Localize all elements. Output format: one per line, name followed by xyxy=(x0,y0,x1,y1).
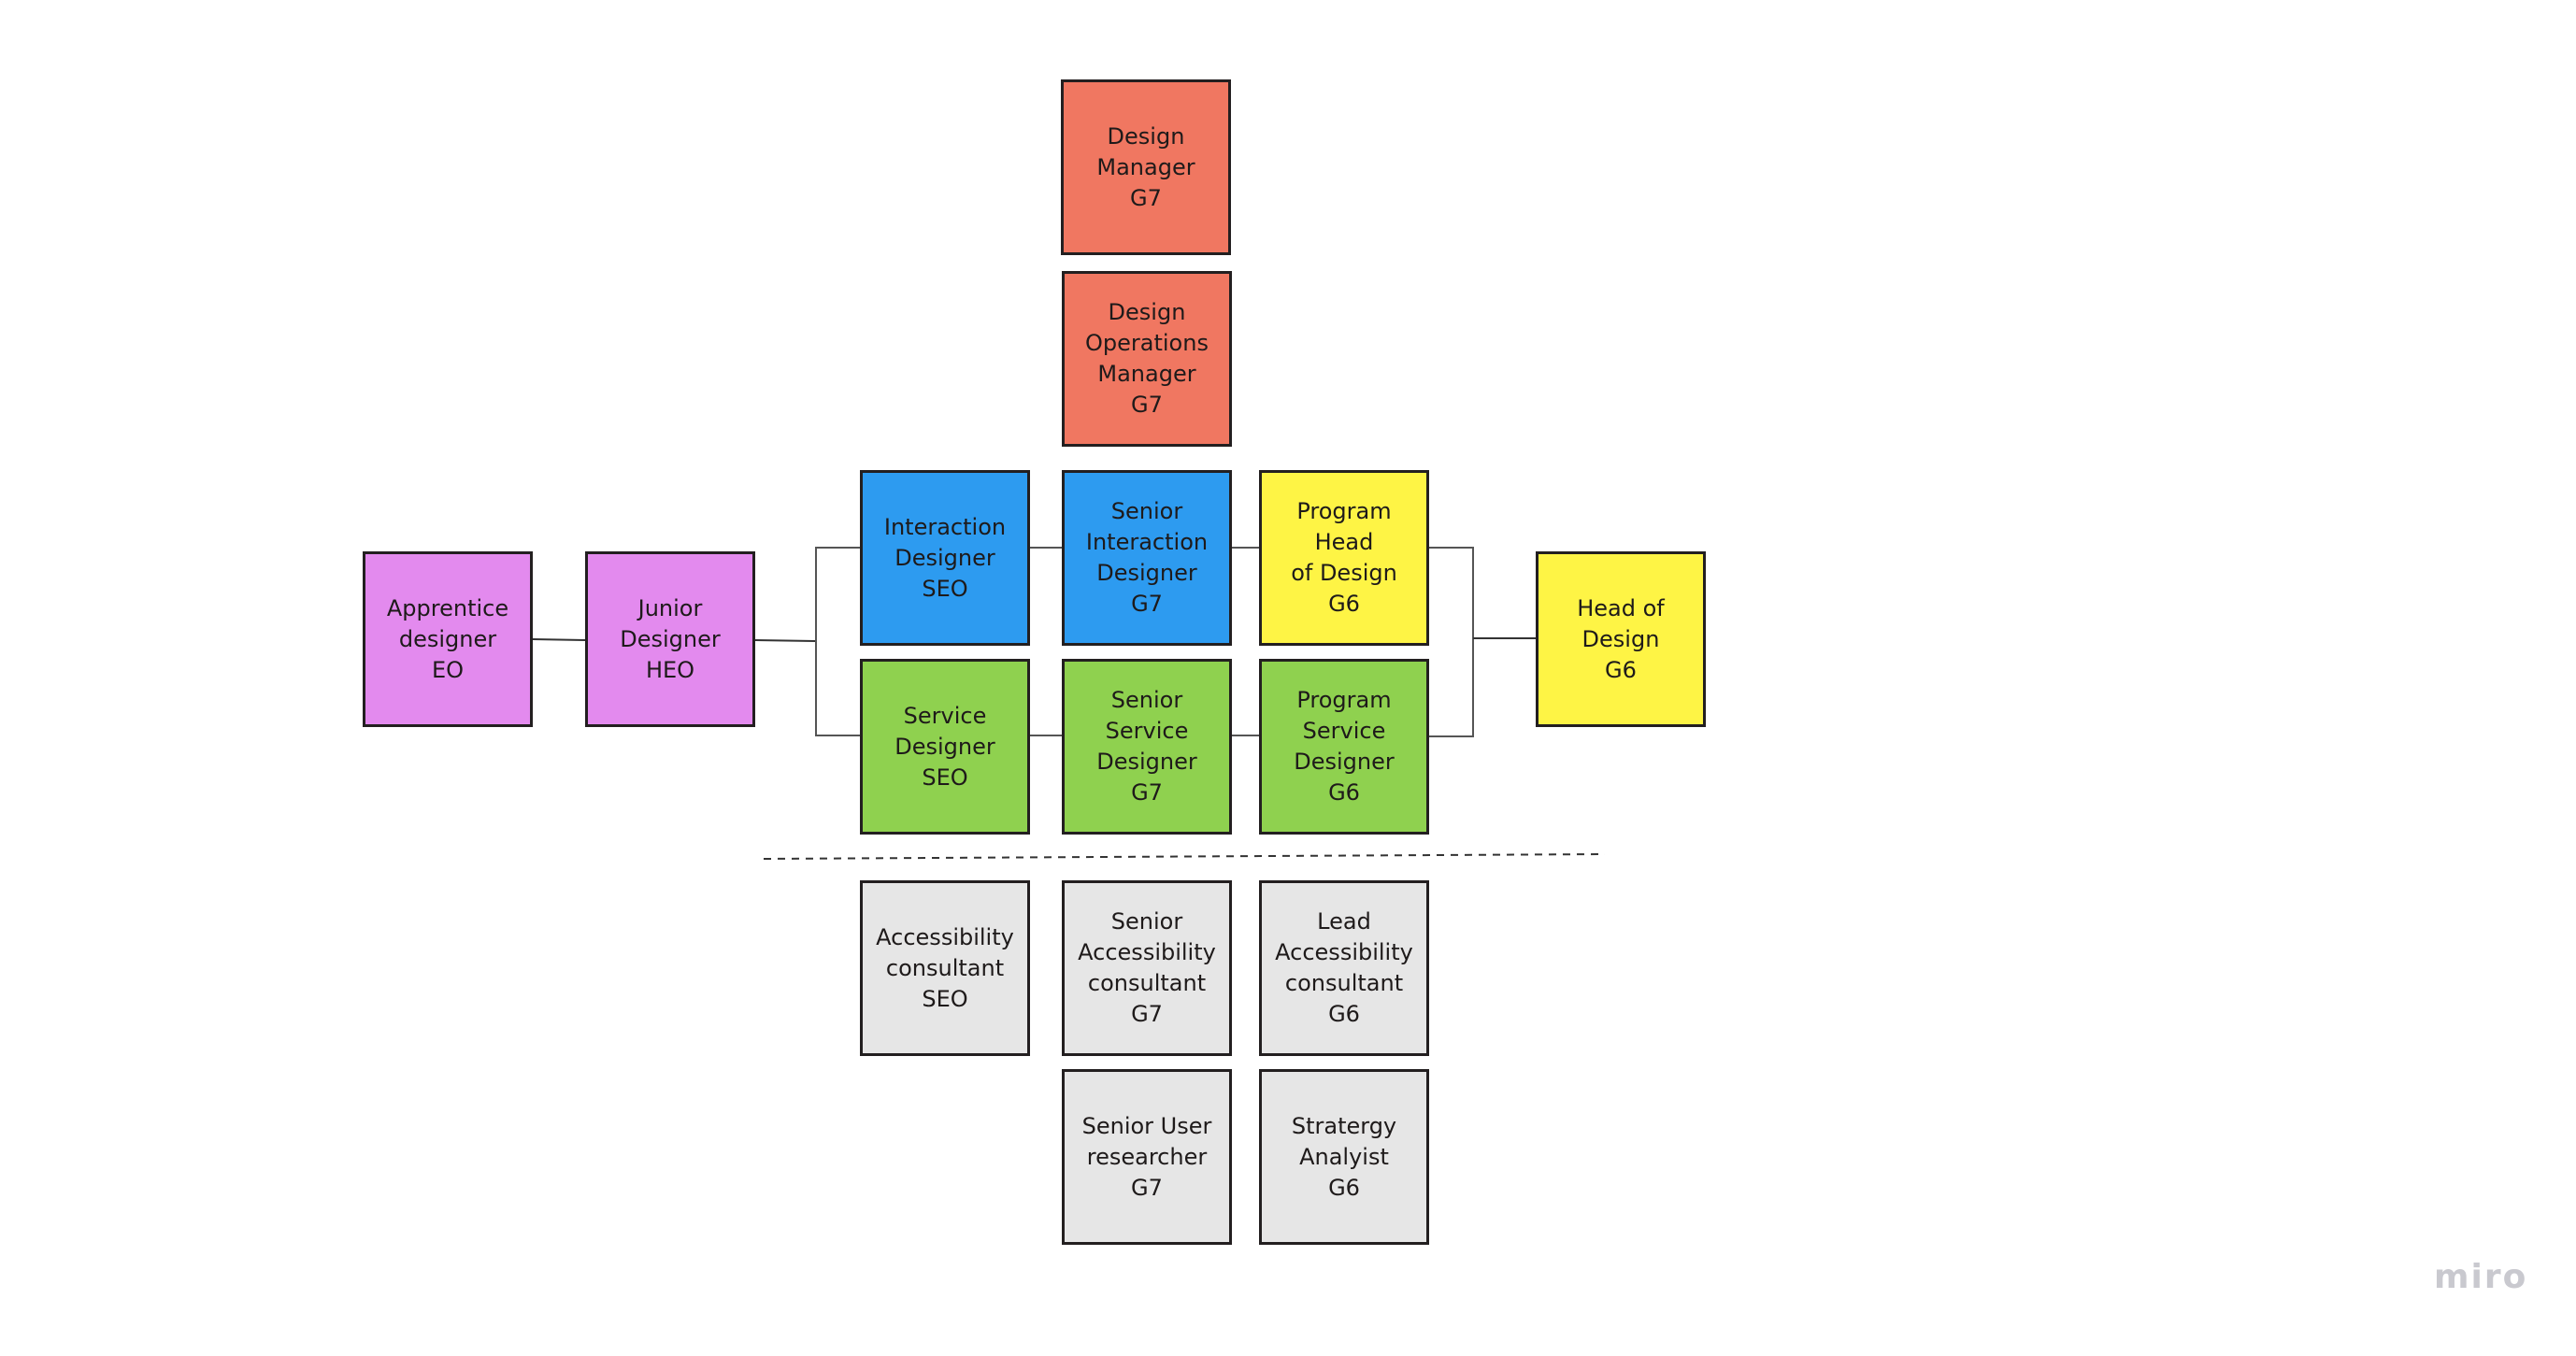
card-label: Service Designer SEO xyxy=(894,702,995,791)
card-label: Program Head of Design G6 xyxy=(1291,498,1397,617)
card-label: Design Operations Manager G7 xyxy=(1085,299,1209,418)
card-lead-accessibility-consultant[interactable]: Lead Accessibility consultant G6 xyxy=(1259,880,1429,1056)
card-label: Junior Designer HEO xyxy=(620,594,721,683)
card-interaction-designer[interactable]: Interaction Designer SEO xyxy=(860,470,1030,646)
right-bracket xyxy=(1428,547,1474,737)
card-program-service-designer[interactable]: Program Service Designer G6 xyxy=(1259,659,1429,835)
connector-junior-bracket xyxy=(754,639,816,642)
card-senior-accessibility-consultant[interactable]: Senior Accessibility consultant G7 xyxy=(1062,880,1232,1056)
card-label: Senior Service Designer G7 xyxy=(1096,687,1197,806)
card-label: Lead Accessibility consultant G6 xyxy=(1275,908,1413,1027)
card-label: Apprentice designer EO xyxy=(386,594,509,683)
card-label: Stratergy Analyist G6 xyxy=(1291,1112,1397,1201)
miro-logo: miro xyxy=(2434,1258,2528,1296)
card-senior-user-researcher[interactable]: Senior User researcher G7 xyxy=(1062,1069,1232,1245)
card-label: Senior Accessibility consultant G7 xyxy=(1078,908,1216,1027)
connector-apprentice-junior xyxy=(532,638,586,641)
card-label: Senior User researcher G7 xyxy=(1081,1112,1212,1201)
card-design-manager[interactable]: Design Manager G7 xyxy=(1061,79,1231,255)
card-program-head-of-design[interactable]: Program Head of Design G6 xyxy=(1259,470,1429,646)
card-label: Program Service Designer G6 xyxy=(1294,687,1395,806)
card-junior-designer[interactable]: Junior Designer HEO xyxy=(585,551,755,727)
card-label: Senior Interaction Designer G7 xyxy=(1085,498,1209,617)
card-strategy-analyst[interactable]: Stratergy Analyist G6 xyxy=(1259,1069,1429,1245)
card-label: Head of Design G6 xyxy=(1577,594,1665,683)
card-senior-service-designer[interactable]: Senior Service Designer G7 xyxy=(1062,659,1232,835)
card-apprentice-designer[interactable]: Apprentice designer EO xyxy=(363,551,533,727)
card-label: Accessibility consultant SEO xyxy=(876,923,1014,1012)
card-head-of-design[interactable]: Head of Design G6 xyxy=(1536,551,1706,727)
card-label: Design Manager G7 xyxy=(1096,122,1195,211)
dashed-divider xyxy=(763,853,1606,860)
whiteboard-canvas[interactable]: Design Manager G7 Design Operations Mana… xyxy=(0,0,2576,1356)
card-senior-interaction-designer[interactable]: Senior Interaction Designer G7 xyxy=(1062,470,1232,646)
left-bracket xyxy=(815,547,860,736)
card-design-operations-manager[interactable]: Design Operations Manager G7 xyxy=(1062,271,1232,447)
card-service-designer[interactable]: Service Designer SEO xyxy=(860,659,1030,835)
card-label: Interaction Designer SEO xyxy=(883,513,1007,602)
card-accessibility-consultant[interactable]: Accessibility consultant SEO xyxy=(860,880,1030,1056)
